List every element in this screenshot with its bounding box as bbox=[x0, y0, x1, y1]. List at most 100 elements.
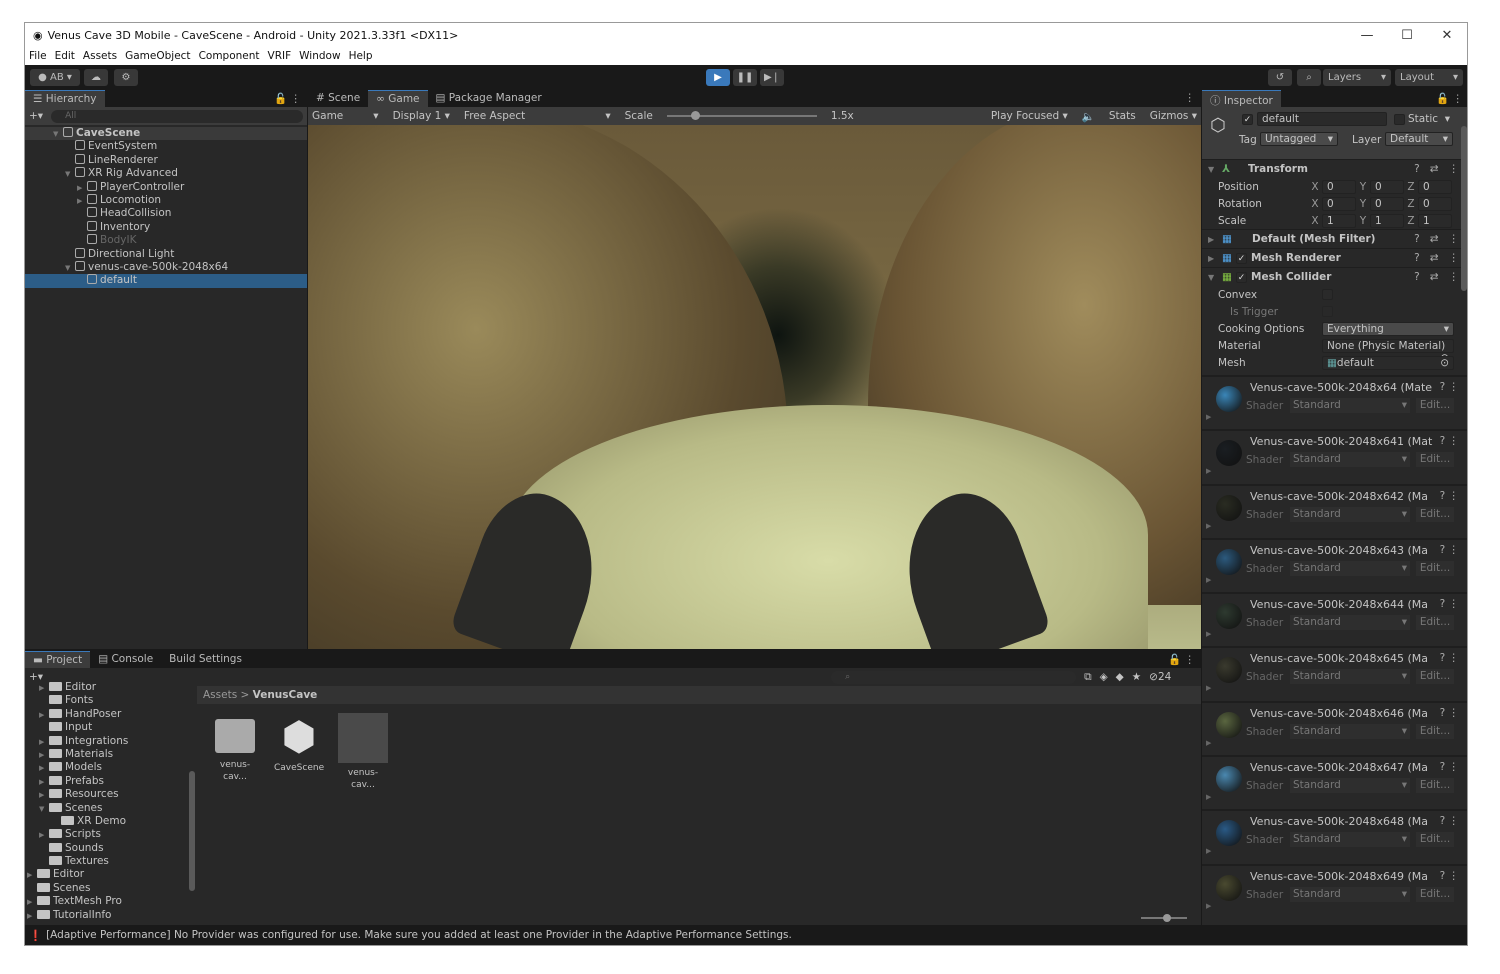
help-icon[interactable]: ? ⋮ bbox=[1440, 381, 1459, 393]
hierarchy-item[interactable]: BodyIK bbox=[25, 234, 307, 247]
expand-arrow-icon[interactable]: ▶ bbox=[39, 749, 49, 762]
gizmos-dropdown[interactable]: Gizmos ▾ bbox=[1150, 110, 1197, 122]
help-icon[interactable]: ? ⋮ bbox=[1440, 652, 1459, 664]
asset-model[interactable]: venus-cav... bbox=[338, 713, 388, 790]
expand-arrow-icon[interactable]: ▶ bbox=[1206, 739, 1211, 747]
more-icon[interactable]: ⋮ bbox=[1449, 271, 1460, 283]
edit-shader-button[interactable]: Edit... bbox=[1416, 615, 1454, 630]
menu-window[interactable]: Window bbox=[299, 50, 340, 62]
material-item[interactable]: Venus-cave-500k-2048x645 (Ma? ⋮▶ShaderSt… bbox=[1202, 646, 1468, 700]
cooking-dropdown[interactable]: Everything▾ bbox=[1322, 322, 1454, 336]
component-header[interactable]: ▼▦✓Mesh Collider?⇄⋮ bbox=[1202, 267, 1468, 286]
expand-arrow-icon[interactable]: ▶ bbox=[1206, 630, 1211, 638]
expand-arrow-icon[interactable]: ▶ bbox=[27, 869, 37, 882]
menu-component[interactable]: Component bbox=[199, 50, 260, 62]
preset-icon[interactable]: ⇄ bbox=[1430, 163, 1439, 175]
help-icon[interactable]: ? ⋮ bbox=[1440, 870, 1459, 882]
expand-arrow-icon[interactable]: ▶ bbox=[39, 829, 49, 842]
preset-icon[interactable]: ⇄ bbox=[1430, 271, 1439, 283]
material-item[interactable]: Venus-cave-500k-2048x641 (Mat? ⋮▶ShaderS… bbox=[1202, 429, 1468, 483]
component-header[interactable]: ▶▦Default (Mesh Filter)?⇄⋮ bbox=[1202, 229, 1468, 248]
account-button[interactable]: ● AB ▾ bbox=[30, 69, 80, 86]
hierarchy-item[interactable]: ▶PlayerController bbox=[25, 181, 307, 194]
material-item[interactable]: Venus-cave-500k-2048x648 (Ma? ⋮▶ShaderSt… bbox=[1202, 809, 1468, 863]
project-folder[interactable]: XR Demo bbox=[25, 815, 188, 828]
help-icon[interactable]: ? ⋮ bbox=[1440, 544, 1459, 556]
project-folder[interactable]: Textures bbox=[25, 855, 188, 868]
tab-game[interactable]: ∞ Game bbox=[368, 90, 427, 107]
minimize-button[interactable]: — bbox=[1347, 28, 1387, 43]
expand-arrow-icon[interactable]: ▶ bbox=[1206, 847, 1211, 855]
asset-folder[interactable]: venus-cav... bbox=[210, 713, 260, 790]
hierarchy-item[interactable]: ▶Locomotion bbox=[25, 194, 307, 207]
project-search[interactable]: ⌕ bbox=[831, 671, 1076, 684]
static-dropdown[interactable]: Static ▾ bbox=[1408, 113, 1450, 125]
project-folder[interactable]: Sounds bbox=[25, 842, 188, 855]
project-folder[interactable]: ▶Materials bbox=[25, 748, 188, 761]
transform-z-field[interactable]: 0 bbox=[1418, 197, 1452, 211]
transform-y-field[interactable]: 0 bbox=[1370, 180, 1404, 194]
asset-scene[interactable]: ⬢CaveScene bbox=[274, 713, 324, 790]
project-folder[interactable]: ▶HandPoser bbox=[25, 708, 188, 721]
material-item[interactable]: Venus-cave-500k-2048x642 (Ma? ⋮▶ShaderSt… bbox=[1202, 484, 1468, 538]
static-checkbox[interactable] bbox=[1394, 114, 1405, 125]
help-icon[interactable]: ? ⋮ bbox=[1440, 435, 1459, 447]
tab-project[interactable]: ▬ Project bbox=[25, 651, 90, 668]
project-folder[interactable]: ▶TutorialInfo bbox=[25, 909, 188, 921]
component-header[interactable]: ▶▦✓Mesh Renderer?⇄⋮ bbox=[1202, 248, 1468, 267]
layout-dropdown[interactable]: Layout▾ bbox=[1395, 69, 1463, 86]
preset-icon[interactable]: ⇄ bbox=[1430, 233, 1439, 245]
shader-dropdown[interactable]: Standard▾ bbox=[1290, 778, 1410, 793]
shader-dropdown[interactable]: Standard▾ bbox=[1290, 507, 1410, 522]
scale-slider-thumb[interactable] bbox=[691, 111, 700, 120]
expand-arrow-icon[interactable]: ▶ bbox=[39, 682, 49, 695]
edit-shader-button[interactable]: Edit... bbox=[1416, 452, 1454, 467]
expand-arrow-icon[interactable]: ▶ bbox=[1206, 522, 1211, 530]
scale-slider[interactable] bbox=[667, 115, 817, 117]
edit-shader-button[interactable]: Edit... bbox=[1416, 398, 1454, 413]
expand-arrow-icon[interactable]: ▼ bbox=[53, 128, 63, 141]
inspector-scrollbar[interactable] bbox=[1461, 126, 1467, 291]
expand-arrow-icon[interactable]: ▶ bbox=[39, 736, 49, 749]
tab-scene[interactable]: # Scene bbox=[308, 90, 368, 107]
transform-z-field[interactable]: 1 bbox=[1418, 214, 1452, 228]
help-icon[interactable]: ? ⋮ bbox=[1440, 707, 1459, 719]
panel-menu-icon[interactable]: 🔓 ⋮ bbox=[1162, 651, 1201, 668]
tab-console[interactable]: ▤ Console bbox=[90, 651, 161, 668]
favorite-icon[interactable]: ★ bbox=[1132, 671, 1141, 683]
preset-icon[interactable]: ⇄ bbox=[1430, 252, 1439, 264]
material-item[interactable]: Venus-cave-500k-2048x643 (Ma? ⋮▶ShaderSt… bbox=[1202, 538, 1468, 592]
edit-shader-button[interactable]: Edit... bbox=[1416, 669, 1454, 684]
expand-arrow-icon[interactable]: ▶ bbox=[39, 762, 49, 775]
help-icon[interactable]: ? ⋮ bbox=[1440, 490, 1459, 502]
expand-arrow-icon[interactable]: ▶ bbox=[1206, 413, 1211, 421]
display-dropdown[interactable]: Display 1 ▾ bbox=[393, 110, 450, 122]
expand-arrow-icon[interactable]: ▶ bbox=[77, 195, 87, 208]
game-viewport[interactable] bbox=[308, 125, 1201, 649]
shader-dropdown[interactable]: Standard▾ bbox=[1290, 398, 1410, 413]
thumbnail-size-slider[interactable] bbox=[1141, 917, 1187, 919]
expand-arrow-icon[interactable]: ▶ bbox=[1206, 793, 1211, 801]
project-folder[interactable]: ▶Scripts bbox=[25, 828, 188, 841]
panel-menu-icon[interactable]: 🔓 ⋮ bbox=[268, 90, 307, 107]
component-enabled-checkbox[interactable]: ✓ bbox=[1236, 253, 1247, 264]
expand-arrow-icon[interactable]: ▶ bbox=[39, 709, 49, 722]
tab-inspector[interactable]: ⓘ Inspector bbox=[1202, 90, 1281, 107]
menu-file[interactable]: File bbox=[29, 50, 47, 62]
status-bar[interactable]: ❗[Adaptive Performance] No Provider was … bbox=[25, 925, 1467, 945]
expand-arrow-icon[interactable]: ▶ bbox=[1206, 902, 1211, 910]
maximize-button[interactable]: ☐ bbox=[1387, 28, 1427, 43]
hierarchy-item[interactable]: EventSystem bbox=[25, 140, 307, 153]
material-item[interactable]: Venus-cave-500k-2048x646 (Ma? ⋮▶ShaderSt… bbox=[1202, 701, 1468, 755]
menu-gameobject[interactable]: GameObject bbox=[125, 50, 190, 62]
help-icon[interactable]: ? ⋮ bbox=[1440, 761, 1459, 773]
project-folder[interactable]: ▼Scenes bbox=[25, 802, 188, 815]
pause-button[interactable]: ❚❚ bbox=[733, 69, 757, 86]
hierarchy-item[interactable]: ▼XR Rig Advanced bbox=[25, 167, 307, 180]
shader-dropdown[interactable]: Standard▾ bbox=[1290, 669, 1410, 684]
more-icon[interactable]: ⋮ bbox=[1449, 233, 1460, 245]
hierarchy-item[interactable]: ▼venus-cave-500k-2048x64 bbox=[25, 261, 307, 274]
aspect-dropdown[interactable]: Free Aspect ▾ bbox=[464, 110, 611, 122]
more-icon[interactable]: ⋮ bbox=[1449, 163, 1460, 175]
panel-menu-icon[interactable]: 🔓 ⋮ bbox=[1430, 90, 1468, 107]
